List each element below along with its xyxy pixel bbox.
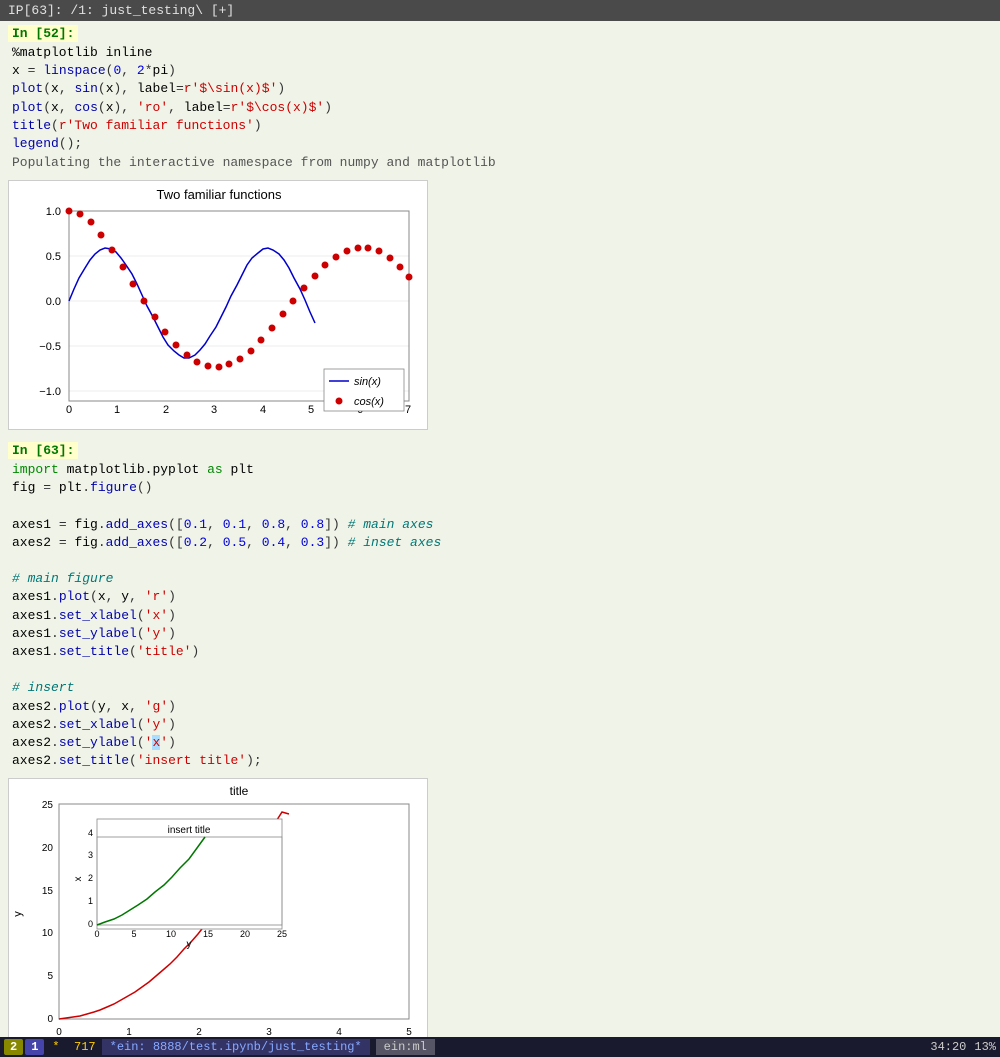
code-line: axes1.set_xlabel('x') [12, 607, 992, 625]
svg-text:cos(x): cos(x) [354, 396, 384, 408]
svg-text:20: 20 [240, 929, 250, 939]
status-indicator: * 717 [52, 1040, 95, 1054]
code-line [12, 498, 992, 516]
svg-text:1: 1 [114, 404, 120, 416]
svg-text:2: 2 [88, 873, 93, 883]
cell-1-output: Populating the interactive namespace fro… [8, 153, 992, 172]
status-filename: *ein: 8888/test.ipynb/just_testing* [102, 1039, 370, 1055]
plot-1-container: Two familiar functions 1.0 0.5 0.0 −0.5 … [0, 176, 1000, 438]
svg-text:25: 25 [42, 800, 54, 811]
code-line: axes2.plot(y, x, 'g') [12, 698, 992, 716]
svg-text:10: 10 [42, 928, 54, 939]
code-line: x = linspace(0, 2*pi) [12, 62, 992, 80]
svg-text:7: 7 [405, 404, 411, 416]
code-line: legend(); [12, 135, 992, 153]
status-right: 34:20 13% [930, 1040, 996, 1054]
cursor-position: 34:20 [930, 1040, 966, 1054]
cell-1-label[interactable]: In [52]: [8, 25, 78, 42]
code-line: # main figure [12, 570, 992, 588]
svg-text:15: 15 [42, 886, 54, 897]
svg-text:20: 20 [42, 843, 54, 854]
svg-text:x: x [73, 877, 84, 882]
svg-text:5: 5 [308, 404, 314, 416]
svg-text:y: y [12, 911, 24, 917]
status-bar: 2 1 * 717 *ein: 8888/test.ipynb/just_tes… [0, 1037, 1000, 1057]
plot-1-svg: Two familiar functions 1.0 0.5 0.0 −0.5 … [8, 180, 428, 430]
code-line: %matplotlib inline [12, 44, 992, 62]
sin-curve [69, 248, 315, 358]
svg-text:5: 5 [47, 971, 53, 982]
code-line: plot(x, cos(x), 'ro', label=r'$\cos(x)$'… [12, 99, 992, 117]
code-line: axes1.plot(x, y, 'r') [12, 588, 992, 606]
cell-1: In [52]: %matplotlib inline x = linspace… [0, 21, 1000, 176]
title-text: IP[63]: /1: just_testing\ [+] [8, 3, 234, 18]
plot1-title: Two familiar functions [157, 187, 282, 202]
svg-text:4: 4 [260, 404, 266, 416]
svg-text:3: 3 [211, 404, 217, 416]
svg-text:15: 15 [203, 929, 213, 939]
svg-text:y: y [187, 939, 192, 950]
svg-text:5: 5 [131, 929, 136, 939]
cell-2-code: import matplotlib.pyplot as plt fig = pl… [8, 461, 992, 770]
status-left: 2 1 * 717 *ein: 8888/test.ipynb/just_tes… [4, 1039, 435, 1055]
status-num-2[interactable]: 2 [4, 1039, 23, 1055]
svg-text:1: 1 [88, 896, 93, 906]
svg-text:0: 0 [47, 1014, 53, 1025]
status-num-1[interactable]: 1 [25, 1039, 44, 1055]
svg-text:insert title: insert title [168, 825, 211, 836]
cell-2: In [63]: import matplotlib.pyplot as plt… [0, 438, 1000, 774]
code-line [12, 552, 992, 570]
svg-text:sin(x): sin(x) [354, 376, 381, 388]
code-line: axes1.set_ylabel('y') [12, 625, 992, 643]
svg-text:3: 3 [88, 850, 93, 860]
code-line: axes2.set_title('insert title'); [12, 752, 992, 770]
svg-text:10: 10 [166, 929, 176, 939]
code-line: axes2 = fig.add_axes([0.2, 0.5, 0.4, 0.3… [12, 534, 992, 552]
svg-text:0: 0 [66, 404, 72, 416]
svg-text:0: 0 [88, 919, 93, 929]
svg-text:−1.0: −1.0 [39, 386, 61, 398]
code-line: plot(x, sin(x), label=r'$\sin(x)$') [12, 80, 992, 98]
status-mode: ein:ml [376, 1039, 435, 1055]
code-line: import matplotlib.pyplot as plt [12, 461, 992, 479]
code-line: axes1.set_title('title') [12, 643, 992, 661]
code-line: axes2.set_ylabel('x') [12, 734, 992, 752]
plot-2-container: title 0 5 10 15 20 25 0 1 2 3 4 5 x y [0, 774, 1000, 1056]
svg-text:0.0: 0.0 [46, 296, 61, 308]
svg-text:0.5: 0.5 [46, 251, 61, 263]
svg-text:4: 4 [88, 828, 93, 838]
code-line: fig = plt.figure() [12, 479, 992, 497]
cell-1-code: %matplotlib inline x = linspace(0, 2*pi)… [8, 44, 992, 153]
scroll-percent: 13% [974, 1040, 996, 1054]
code-line: axes1 = fig.add_axes([0.1, 0.1, 0.8, 0.8… [12, 516, 992, 534]
code-line [12, 661, 992, 679]
plot-2-svg: title 0 5 10 15 20 25 0 1 2 3 4 5 x y [8, 778, 428, 1048]
code-line: title(r'Two familiar functions') [12, 117, 992, 135]
code-line: # insert [12, 679, 992, 697]
notebook: In [52]: %matplotlib inline x = linspace… [0, 21, 1000, 1056]
svg-text:0: 0 [94, 929, 99, 939]
svg-text:2: 2 [163, 404, 169, 416]
title-bar: IP[63]: /1: just_testing\ [+] [0, 0, 1000, 21]
svg-text:25: 25 [277, 929, 287, 939]
svg-text:1.0: 1.0 [46, 206, 61, 218]
main-title: title [230, 784, 249, 798]
svg-text:−0.5: −0.5 [39, 341, 61, 353]
cell-2-label[interactable]: In [63]: [8, 442, 78, 459]
code-line: axes2.set_xlabel('y') [12, 716, 992, 734]
